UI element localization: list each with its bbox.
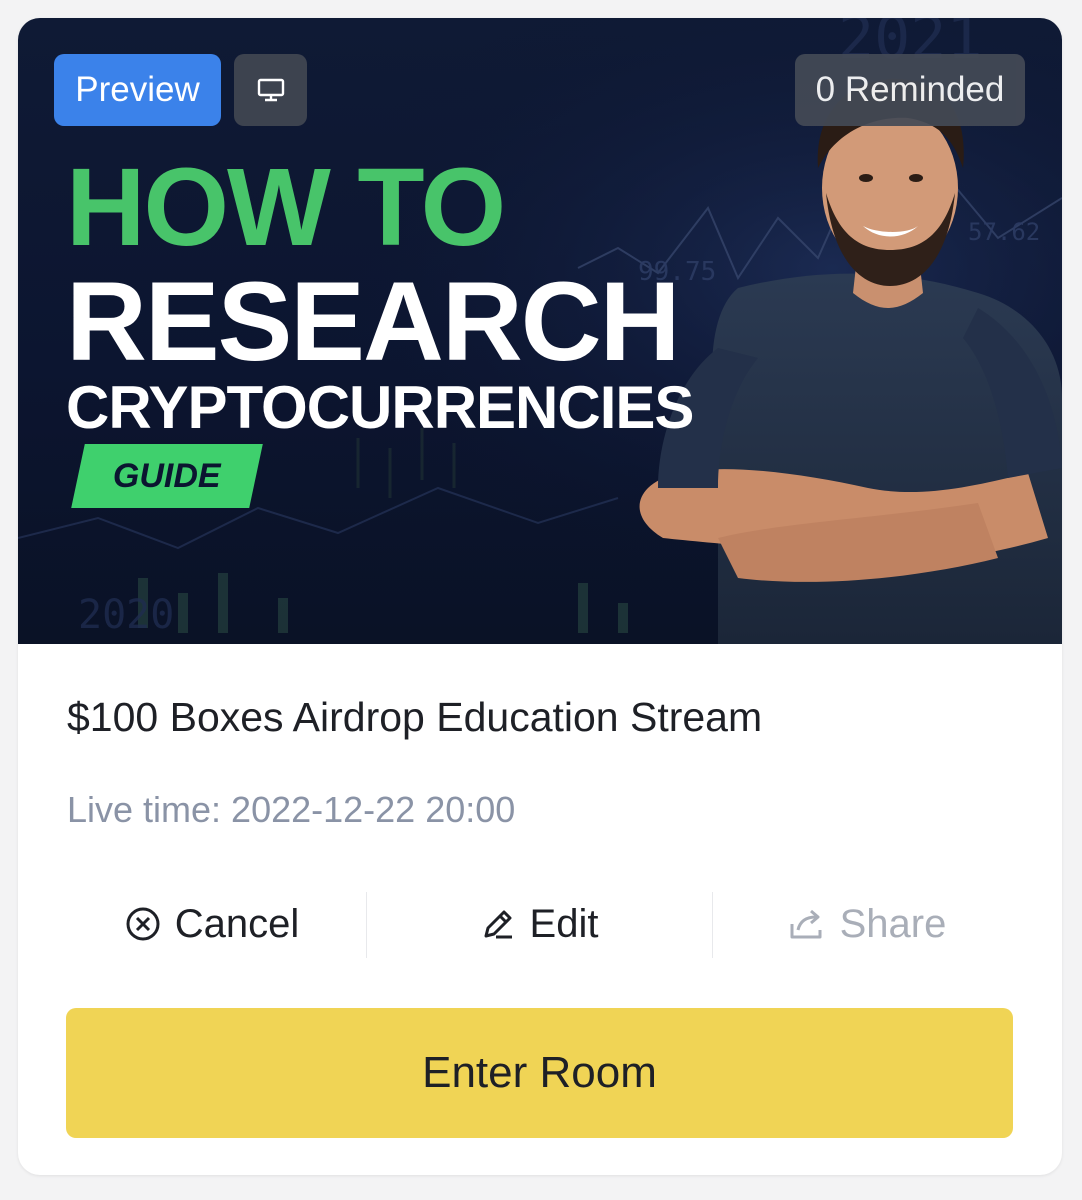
guide-tag: GUIDE [71, 444, 263, 508]
edit-button[interactable]: Edit [366, 888, 712, 960]
cancel-button[interactable]: Cancel [58, 888, 366, 960]
thumbnail-headline-2: RESEARCH [66, 259, 681, 384]
share-button[interactable]: Share [712, 888, 1022, 960]
live-time: Live time: 2022-12-22 20:00 [67, 789, 516, 830]
stream-title: $100 Boxes Airdrop Education Stream [67, 694, 763, 740]
enter-room-label: Enter Room [422, 1048, 657, 1097]
enter-room-button[interactable]: Enter Room [66, 1008, 1013, 1138]
circle-x-icon [126, 907, 160, 941]
stream-thumbnail[interactable]: 99.75 57.62 2021 2020 HOW TO RESEARCH CR… [18, 18, 1062, 644]
reminded-count-badge: 0 Reminded [795, 54, 1025, 126]
bg-number: 57.62 [968, 218, 1040, 246]
device-badge [234, 54, 307, 126]
pencil-icon [484, 910, 512, 939]
thumbnail-headline-1: HOW TO [66, 146, 506, 269]
share-icon [790, 909, 822, 939]
monitor-icon [257, 78, 284, 102]
preview-badge-label: Preview [75, 70, 200, 109]
action-bar: Cancel Edit Share [18, 888, 1062, 960]
cancel-button-label: Cancel [174, 901, 300, 946]
edit-button-label: Edit [529, 901, 599, 946]
guide-tag-label: GUIDE [113, 456, 221, 495]
bg-number: 2020 [78, 592, 174, 638]
share-button-label: Share [839, 901, 947, 946]
reminded-count-label: 0 Reminded [815, 70, 1005, 109]
live-stream-card: 99.75 57.62 2021 2020 HOW TO RESEARCH CR… [18, 18, 1062, 1175]
preview-badge[interactable]: Preview [54, 54, 221, 126]
thumbnail-headline-3: CRYPTOCURRENCIES [66, 374, 694, 441]
